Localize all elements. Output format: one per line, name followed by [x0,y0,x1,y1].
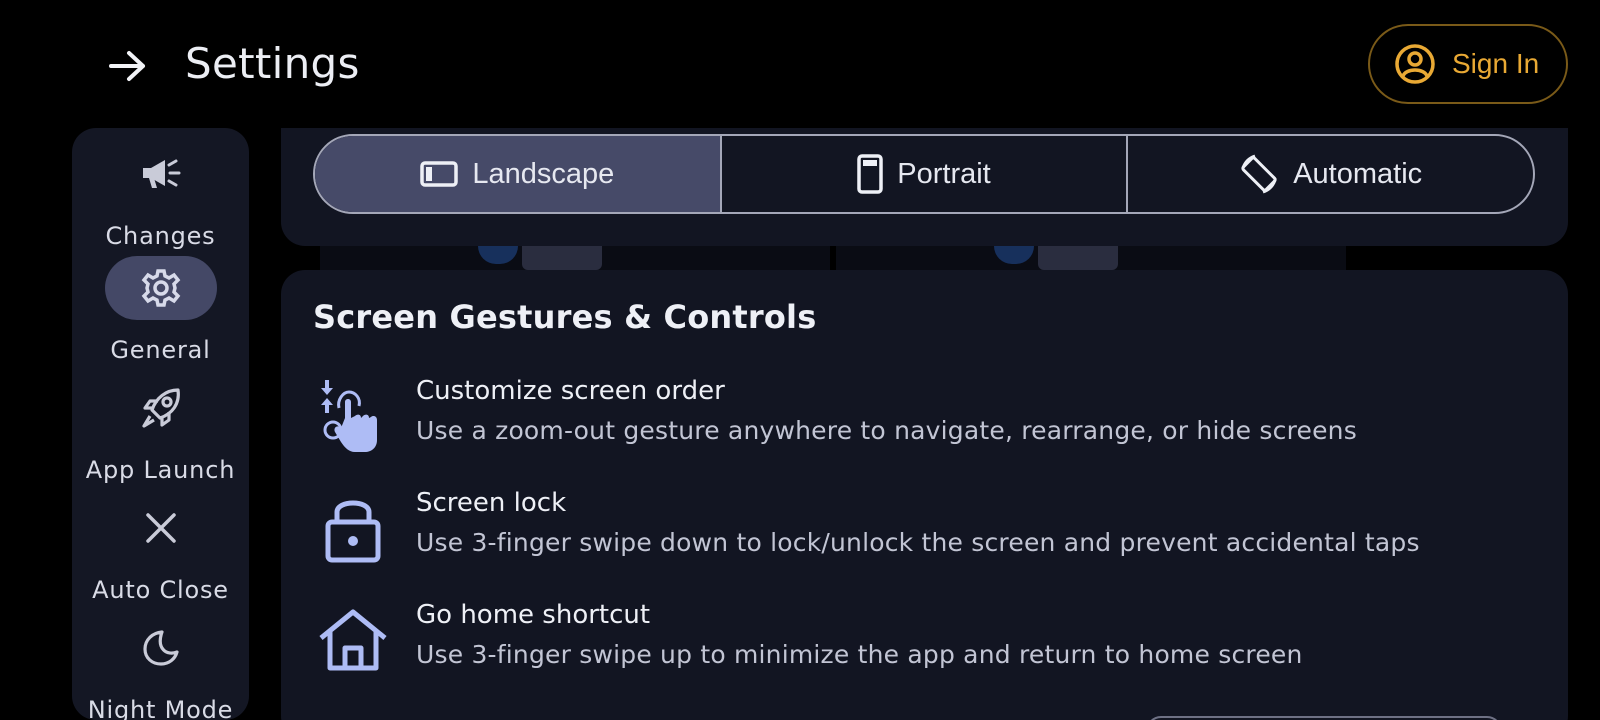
lock-icon [325,500,381,563]
sidebar-nav: Changes General App Launch Auto Close Ni… [72,128,249,720]
sidebar-item-label: Auto Close [92,576,229,604]
account-circle-icon [1395,44,1435,84]
section-title: Screen Gestures & Controls [313,298,817,336]
gesture-description: Use 3-finger swipe down to lock/unlock t… [416,528,1420,557]
portrait-icon [857,154,884,194]
sign-in-label: Sign In [1452,48,1540,79]
orientation-option-landscape[interactable]: Landscape [315,136,722,212]
gesture-item-go-home[interactable]: Go home shortcut Use 3-finger swipe up t… [313,600,1543,690]
nav-icon-container [105,376,217,440]
sidebar-item-label: Changes [105,222,216,250]
landscape-icon [420,161,459,187]
rocket-icon [142,388,180,428]
gesture-icon-container [313,600,393,680]
gestures-card: Screen Gestures & Controls Customize scr… [281,270,1568,720]
nav-icon-container [105,496,217,560]
orientation-segmented-control: Landscape Portrait Automatic [313,134,1535,214]
arrow-right-icon [109,51,145,81]
gesture-name: Go home shortcut [416,600,651,630]
moon-icon [143,630,179,666]
partial-button[interactable] [1146,716,1502,720]
home-icon [319,609,387,671]
megaphone-icon [143,159,181,188]
gesture-item-customize-order[interactable]: Customize screen order Use a zoom-out ge… [313,376,1543,466]
orientation-label: Portrait [897,157,991,190]
layout-preview-left [320,246,830,270]
gesture-name: Screen lock [416,488,567,518]
gesture-icon-container [313,376,393,456]
page-title: Settings [185,39,360,88]
gesture-description: Use 3-finger swipe up to minimize the ap… [416,640,1303,669]
sign-in-button[interactable]: Sign In [1368,24,1568,104]
sidebar-item-auto-close[interactable]: Auto Close [72,496,249,614]
sidebar-item-night-mode[interactable]: Night Mode [72,616,249,720]
sidebar-item-general[interactable]: General [72,256,249,374]
gesture-description: Use a zoom-out gesture anywhere to navig… [416,416,1357,445]
close-icon [146,513,176,543]
auto-rotate-icon [1241,154,1277,194]
nav-icon-container [105,142,217,206]
sidebar-item-changes[interactable]: Changes [72,142,249,260]
app-header: Settings Sign In [0,0,1600,128]
back-button[interactable] [100,38,156,94]
orientation-card: Landscape Portrait Automatic [281,128,1568,246]
gesture-icon-container [313,488,393,568]
pinch-gesture-icon [321,380,377,452]
gesture-item-screen-lock[interactable]: Screen lock Use 3-finger swipe down to l… [313,488,1543,578]
nav-icon-container [105,256,217,320]
sidebar-item-label: Night Mode [87,696,234,720]
orientation-label: Automatic [1293,157,1423,190]
orientation-option-portrait[interactable]: Portrait [722,136,1129,212]
nav-icon-container [105,616,217,680]
sidebar-item-app-launch[interactable]: App Launch [72,376,249,494]
sidebar-item-label: App Launch [85,456,236,484]
orientation-option-automatic[interactable]: Automatic [1128,136,1533,212]
gesture-name: Customize screen order [416,376,725,406]
gear-icon [141,269,181,307]
layout-preview-right [836,246,1346,270]
sidebar-item-label: General [110,336,211,364]
orientation-label: Landscape [472,157,615,190]
